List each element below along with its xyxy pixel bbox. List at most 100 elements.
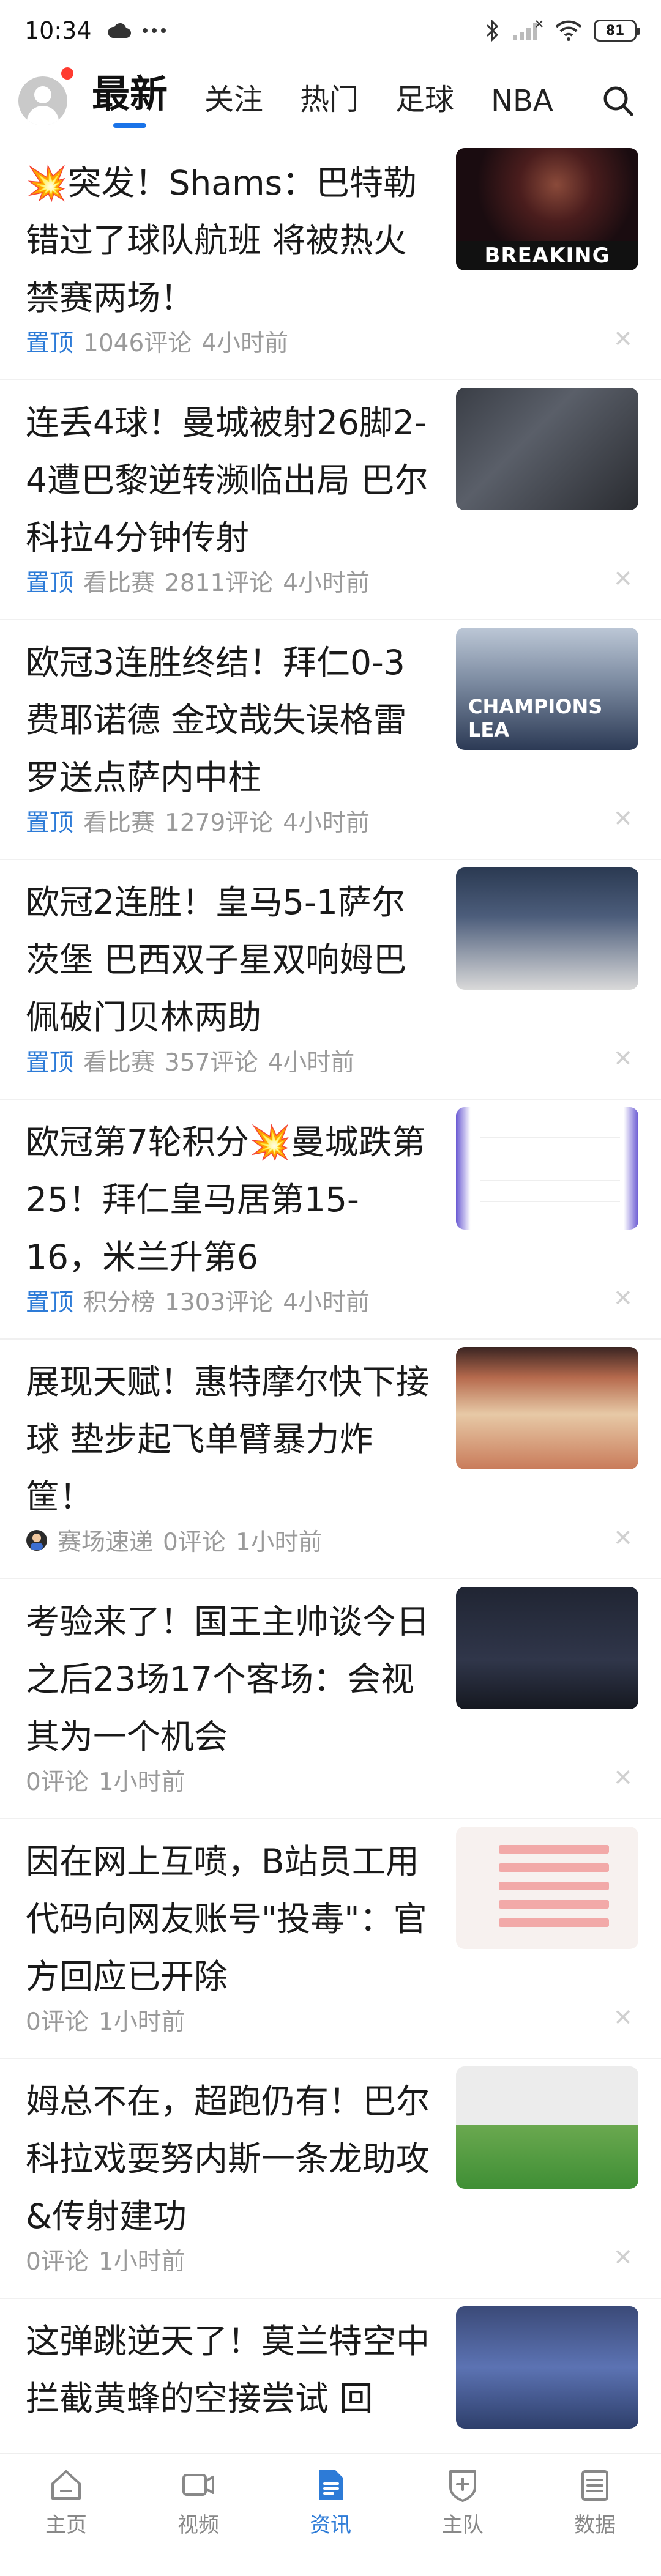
news-tag: 看比赛: [83, 570, 155, 597]
thumbnail-caption: BREAKING NEWS: [456, 241, 638, 270]
dismiss-icon[interactable]: ✕: [613, 2244, 633, 2271]
nav-home[interactable]: 主页: [0, 2454, 132, 2576]
user-avatar-icon[interactable]: [18, 76, 67, 125]
more-dots-icon: [142, 28, 166, 33]
news-thumbnail: CHAMPIONS LEA: [456, 628, 638, 750]
news-meta: 0评论 1小时前: [26, 2003, 185, 2037]
post-time: 1小时前: [98, 1769, 185, 1796]
news-item[interactable]: 连丢4球！曼城被射26脚2-4遭巴黎逆转濒临出局 巴尔科拉4分钟传射 置顶 看比…: [0, 380, 661, 620]
news-tag: 看比赛: [83, 1049, 155, 1077]
news-thumbnail: [456, 1587, 638, 1709]
news-thumbnail: [456, 388, 638, 510]
comment-count: 357评论: [165, 1049, 258, 1077]
news-meta: 0评论 1小时前: [26, 1763, 185, 1797]
comment-count: 0评论: [26, 1769, 89, 1796]
home-icon: [51, 2470, 81, 2500]
nav-news[interactable]: 资讯: [264, 2454, 397, 2576]
news-thumbnail: [456, 2306, 638, 2429]
post-time: 1小时前: [98, 2008, 185, 2036]
status-left-icons: [106, 22, 166, 39]
nav-label: 主页: [45, 2513, 87, 2537]
news-title: 考验来了！国王主帅谈今日之后23场17个客场：会视其为一个机会: [26, 1602, 430, 1756]
nav-data[interactable]: 数据: [529, 2454, 661, 2576]
news-meta: 置顶 看比赛 2811评论 4小时前: [26, 564, 370, 598]
cloud-icon: [107, 23, 131, 38]
dismiss-icon[interactable]: ✕: [613, 805, 633, 832]
dismiss-icon[interactable]: ✕: [613, 1764, 633, 1791]
news-thumbnail: [456, 2066, 638, 2189]
pinned-label: 置顶: [26, 809, 74, 837]
comment-count: 0评论: [26, 2008, 89, 2036]
dismiss-icon[interactable]: ✕: [613, 2004, 633, 2031]
nav-label: 资讯: [310, 2513, 351, 2537]
status-bar: 10:34 81: [0, 0, 661, 61]
tab-hot[interactable]: 热门: [300, 75, 359, 132]
news-meta: 置顶 积分榜 1303评论 4小时前: [26, 1283, 370, 1318]
news-thumbnail: [456, 1107, 638, 1230]
news-tag: 积分榜: [83, 1289, 155, 1316]
news-item[interactable]: 欧冠3连胜终结！拜仁0-3费耶诺德 金玟哉失误格雷罗送点萨内中柱 CHAMPIO…: [0, 620, 661, 860]
bluetooth-icon: [486, 19, 499, 42]
nav-team[interactable]: 主队: [397, 2454, 529, 2576]
news-title: 因在网上互喷，B站员工用代码向网友账号"投毒"：官方回应已开除: [26, 1842, 427, 1996]
news-feed: 💥突发！Shams：巴特勒错过了球队航班 将被热火禁赛两场！ BREAKING …: [0, 141, 661, 2452]
news-thumbnail: [456, 867, 638, 990]
pinned-label: 置顶: [26, 330, 74, 357]
news-meta: 赛场速递 0评论 1小时前: [26, 1523, 323, 1557]
post-time: 1小时前: [98, 2248, 185, 2276]
comment-count: 1046评论: [83, 330, 192, 357]
comment-count: 0评论: [163, 1529, 226, 1556]
data-list-icon: [581, 2470, 608, 2501]
dismiss-icon[interactable]: ✕: [613, 325, 633, 352]
nav-video[interactable]: 视频: [132, 2454, 264, 2576]
news-meta: 置顶 看比赛 357评论 4小时前: [26, 1044, 354, 1078]
notification-dot: [61, 67, 73, 80]
news-item[interactable]: 姆总不在，超跑仍有！巴尔科拉戏耍努内斯一条龙助攻&传射建功 0评论 1小时前 ✕: [0, 2059, 661, 2299]
news-thumbnail: [456, 1347, 638, 1469]
news-item[interactable]: 因在网上互喷，B站员工用代码向网友账号"投毒"：官方回应已开除 0评论 1小时前…: [0, 1819, 661, 2059]
team-shield-icon: [449, 2470, 476, 2502]
news-item[interactable]: 这弹跳逆天了！莫兰特空中拦截黄蜂的空接尝试 回: [0, 2299, 661, 2452]
post-time: 4小时前: [201, 330, 289, 357]
video-icon: [182, 2474, 214, 2496]
news-title: 欧冠第7轮积分💥曼城跌第25！拜仁皇马居第15-16，米兰升第6: [26, 1123, 426, 1277]
top-header: 最新 关注 热门 足球 NBA: [0, 61, 661, 141]
news-item[interactable]: 欧冠2连胜！皇马5-1萨尔茨堡 巴西双子星双响姆巴佩破门贝林两助 置顶 看比赛 …: [0, 860, 661, 1100]
tab-following[interactable]: 关注: [204, 75, 263, 132]
pinned-label: 置顶: [26, 570, 74, 597]
news-title: 姆总不在，超跑仍有！巴尔科拉戏耍努内斯一条龙助攻&传射建功: [26, 2082, 430, 2236]
dismiss-icon[interactable]: ✕: [613, 1045, 633, 1072]
nav-label: 数据: [574, 2513, 616, 2537]
post-time: 4小时前: [283, 570, 370, 597]
news-meta: 0评论 1小时前: [26, 2243, 185, 2277]
comment-count: 2811评论: [165, 570, 274, 597]
news-title: 这弹跳逆天了！莫兰特空中拦截黄蜂的空接尝试 回: [26, 2322, 430, 2418]
signal-icon: [513, 20, 543, 40]
search-button[interactable]: [594, 76, 643, 125]
news-icon: [319, 2470, 343, 2500]
news-item[interactable]: 💥突发！Shams：巴特勒错过了球队航班 将被热火禁赛两场！ BREAKING …: [0, 141, 661, 380]
comment-count: 1279评论: [165, 809, 274, 837]
nav-label: 主队: [442, 2513, 484, 2537]
dismiss-icon[interactable]: ✕: [613, 1524, 633, 1551]
tab-latest[interactable]: 最新: [92, 63, 168, 132]
status-right-icons: 81: [485, 19, 640, 42]
news-title: 连丢4球！曼城被射26脚2-4遭巴黎逆转濒临出局 巴尔科拉4分钟传射: [26, 403, 428, 557]
search-icon: [603, 86, 633, 116]
post-time: 4小时前: [283, 809, 370, 837]
news-item[interactable]: 展现天赋！惠特摩尔快下接球 垫步起飞单臂暴力炸筐！ 赛场速递 0评论 1小时前 …: [0, 1340, 661, 1579]
news-item[interactable]: 欧冠第7轮积分💥曼城跌第25！拜仁皇马居第15-16，米兰升第6 置顶 积分榜 …: [0, 1100, 661, 1340]
nav-label: 视频: [177, 2513, 219, 2537]
news-title: 欧冠2连胜！皇马5-1萨尔茨堡 巴西双子星双响姆巴佩破门贝林两助: [26, 883, 407, 1037]
battery-level: 81: [605, 23, 625, 39]
source-avatar-icon: [26, 1530, 47, 1551]
tab-football[interactable]: 足球: [395, 75, 454, 132]
dismiss-icon[interactable]: ✕: [613, 1285, 633, 1312]
news-thumbnail: [456, 1827, 638, 1949]
tab-nba[interactable]: NBA: [491, 84, 553, 132]
comment-count: 0评论: [26, 2248, 89, 2276]
dismiss-icon[interactable]: ✕: [613, 565, 633, 592]
news-tag: 赛场速递: [58, 1529, 154, 1556]
news-meta: 置顶 1046评论 4小时前: [26, 324, 288, 358]
news-item[interactable]: 考验来了！国王主帅谈今日之后23场17个客场：会视其为一个机会 0评论 1小时前…: [0, 1579, 661, 1819]
